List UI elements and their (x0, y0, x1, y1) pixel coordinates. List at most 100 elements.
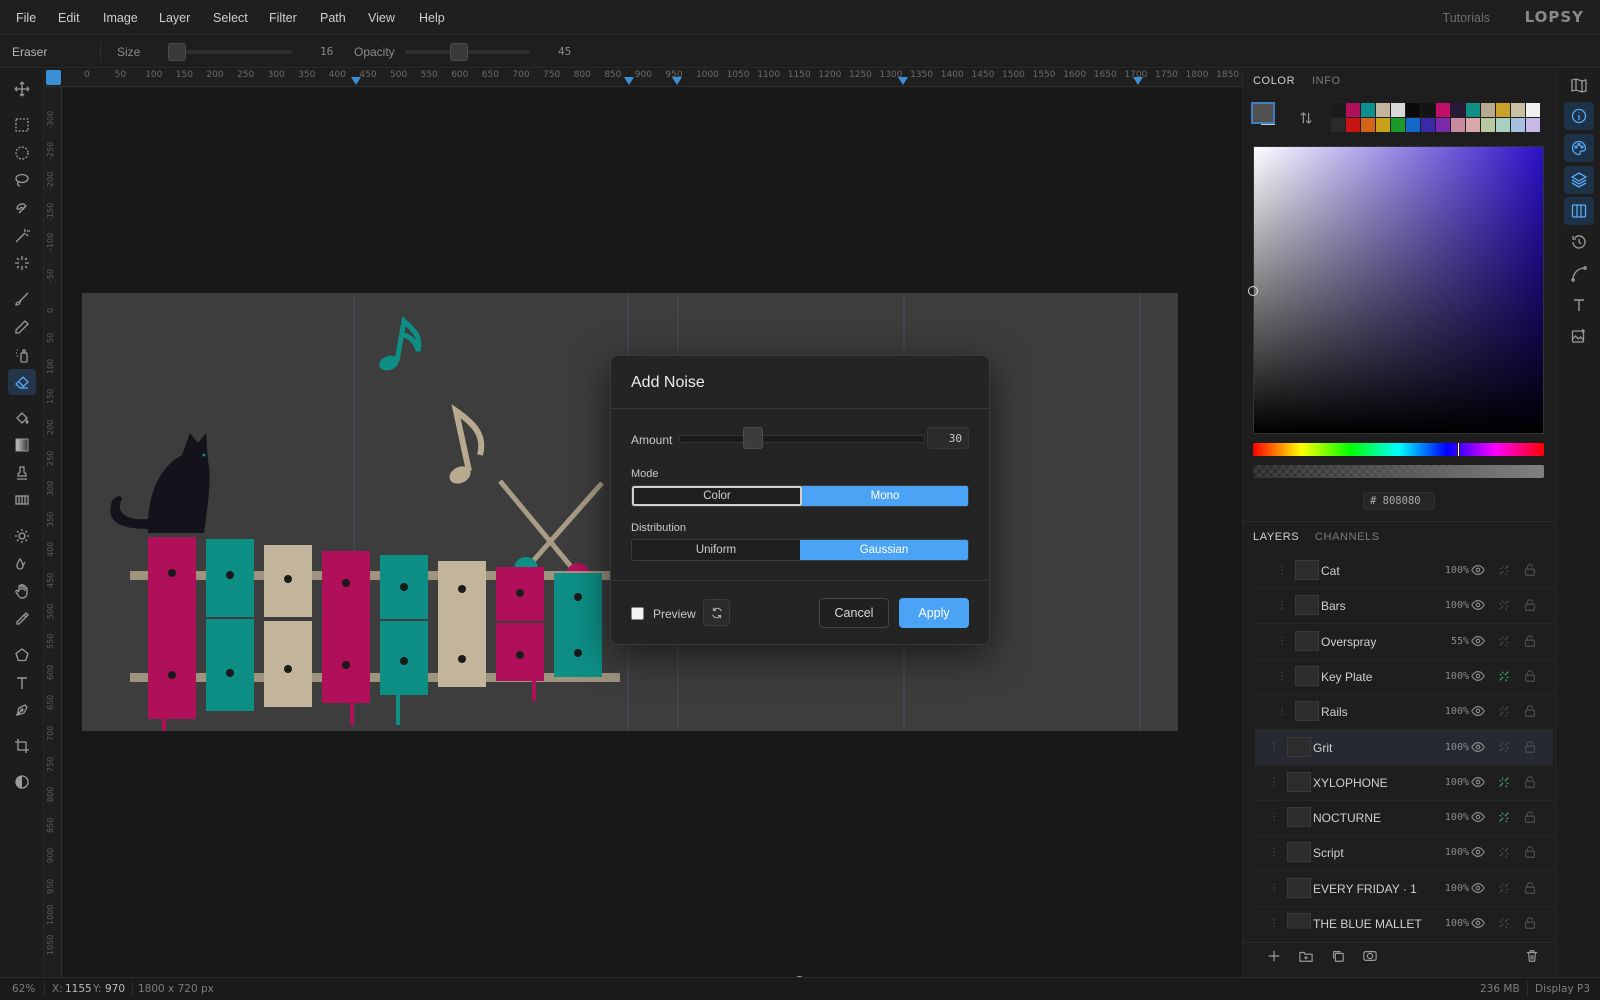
visibility-eye-icon[interactable] (1471, 740, 1485, 754)
layer-name[interactable]: Script (1313, 846, 1344, 860)
color-swatch[interactable] (1391, 103, 1405, 117)
swap-colors-icon[interactable] (1299, 111, 1313, 128)
blur-tool[interactable] (8, 551, 36, 577)
color-swatch[interactable] (1526, 103, 1540, 117)
amount-slider-thumb[interactable] (742, 427, 763, 449)
layer-row[interactable]: ⋮ Grit 100% (1255, 729, 1553, 766)
contrast-tool[interactable] (8, 769, 36, 795)
apply-button[interactable]: Apply (899, 598, 969, 628)
visibility-eye-icon[interactable] (1471, 916, 1485, 929)
color-swatch[interactable] (1511, 103, 1525, 117)
lock-icon[interactable] (1523, 704, 1537, 718)
history-panel-button[interactable] (1564, 228, 1594, 256)
drag-handle-icon[interactable]: ⋮ (1269, 883, 1279, 894)
crop-tool[interactable] (8, 733, 36, 759)
effects-icon[interactable] (1497, 563, 1511, 577)
menu-filter[interactable]: Filter (269, 11, 297, 25)
layer-name[interactable]: XYLOPHONE (1313, 776, 1388, 790)
guide-marker[interactable] (672, 77, 682, 85)
size-value[interactable]: 16 (320, 45, 333, 58)
visibility-eye-icon[interactable] (1471, 775, 1485, 789)
drag-handle-icon[interactable]: ⋮ (1269, 777, 1279, 788)
menu-image[interactable]: Image (103, 11, 138, 25)
effects-icon[interactable] (1497, 704, 1511, 718)
layer-row[interactable]: ⋮ Rails 100% (1255, 694, 1553, 731)
hue-slider-thumb[interactable] (1457, 442, 1460, 457)
drag-handle-icon[interactable]: ⋮ (1277, 671, 1287, 682)
visibility-eye-icon[interactable] (1471, 669, 1485, 683)
color-swatch[interactable] (1331, 103, 1345, 117)
hex-input[interactable]: # 808080 (1363, 492, 1435, 510)
mode-color-option[interactable]: Color (632, 486, 802, 506)
lock-icon[interactable] (1523, 916, 1537, 929)
color-swatch[interactable] (1406, 118, 1420, 132)
tab-layers[interactable]: LAYERS (1253, 531, 1299, 543)
effects-icon[interactable] (1497, 845, 1511, 859)
duplicate-layer-icon[interactable] (1331, 949, 1345, 966)
color-swatch[interactable] (1451, 118, 1465, 132)
layer-row[interactable]: ⋮ Script 100% (1255, 835, 1553, 872)
layer-mask-icon[interactable] (1363, 949, 1377, 966)
lock-icon[interactable] (1523, 740, 1537, 754)
image-panel-button[interactable] (1564, 322, 1594, 350)
visibility-eye-icon[interactable] (1471, 563, 1485, 577)
effects-icon[interactable] (1497, 634, 1511, 648)
menu-select[interactable]: Select (213, 11, 248, 25)
layer-name[interactable]: EVERY FRIDAY · 1 (1313, 882, 1417, 896)
character-panel-button[interactable] (1564, 291, 1594, 319)
guide-marker[interactable] (351, 77, 361, 85)
layer-name[interactable]: THE BLUE MALLET (1313, 917, 1422, 929)
color-swatch[interactable] (1436, 103, 1450, 117)
layer-name[interactable]: Cat (1321, 564, 1340, 578)
magic-wand-tool[interactable] (8, 223, 36, 249)
layer-row[interactable]: ⋮ Overspray 55% (1255, 624, 1553, 660)
lock-icon[interactable] (1523, 775, 1537, 789)
fill-tool[interactable] (8, 405, 36, 431)
spray-tool[interactable] (8, 342, 36, 368)
cancel-button[interactable]: Cancel (819, 598, 889, 628)
color-swatch[interactable] (1406, 103, 1420, 117)
hand-tool[interactable] (8, 578, 36, 604)
paths-panel-button[interactable] (1564, 260, 1594, 288)
color-swatch[interactable] (1331, 118, 1345, 132)
lock-icon[interactable] (1523, 845, 1537, 859)
tab-channels[interactable]: CHANNELS (1315, 531, 1380, 543)
layer-name[interactable]: NOCTURNE (1313, 811, 1381, 825)
brush-tool[interactable] (8, 286, 36, 312)
visibility-eye-icon[interactable] (1471, 845, 1485, 859)
color-swatch[interactable] (1481, 118, 1495, 132)
new-group-icon[interactable] (1299, 949, 1313, 966)
eraser-tool[interactable] (8, 369, 36, 395)
menu-view[interactable]: View (368, 11, 395, 25)
distribution-uniform-option[interactable]: Uniform (632, 540, 800, 560)
layer-name[interactable]: Grit (1313, 741, 1332, 755)
tab-info[interactable]: INFO (1312, 75, 1341, 87)
opacity-slider-thumb[interactable] (450, 43, 468, 61)
layer-row[interactable]: ⋮ Bars 100% (1255, 588, 1553, 625)
lasso-tool[interactable] (8, 167, 36, 193)
ruler-vertical[interactable]: -300 -250 -200 -150 -100 -50 0 50 100 150 200 250 30… (44, 87, 62, 977)
quick-select-tool[interactable] (8, 250, 36, 276)
info-panel-button[interactable] (1564, 102, 1594, 130)
delete-layer-icon[interactable] (1525, 949, 1539, 966)
color-swatch[interactable] (1451, 103, 1465, 117)
color-swatch[interactable] (1421, 118, 1435, 132)
lock-icon[interactable] (1523, 669, 1537, 683)
layer-row[interactable]: ⋮ Cat 100% (1255, 553, 1553, 589)
zoom-level[interactable]: 62% (12, 983, 35, 995)
drag-handle-icon[interactable]: ⋮ (1269, 812, 1279, 823)
effects-icon[interactable] (1497, 598, 1511, 612)
color-swatch[interactable] (1376, 103, 1390, 117)
gradient-tool[interactable] (8, 432, 36, 458)
color-swatch[interactable] (1376, 118, 1390, 132)
dodge-tool[interactable] (8, 523, 36, 549)
tab-color[interactable]: COLOR (1253, 75, 1295, 87)
color-panel-button[interactable] (1564, 134, 1594, 162)
color-swatch[interactable] (1496, 103, 1510, 117)
navigator-button[interactable] (1564, 71, 1594, 99)
color-swatch[interactable] (1346, 118, 1360, 132)
text-tool[interactable] (8, 670, 36, 696)
color-swatch[interactable] (1391, 118, 1405, 132)
hue-slider[interactable] (1253, 443, 1544, 456)
ruler-origin-corner[interactable] (46, 70, 61, 85)
